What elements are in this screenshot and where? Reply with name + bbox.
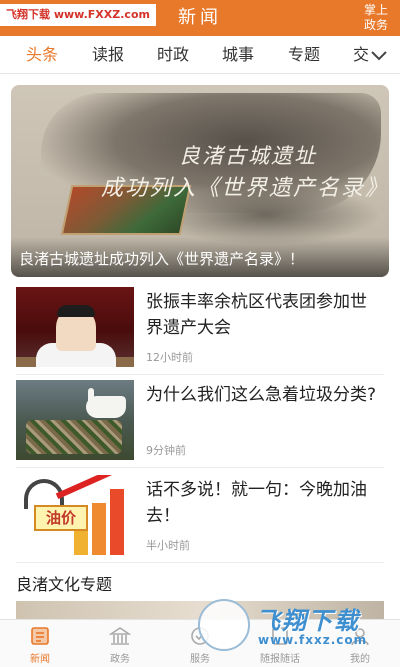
tab-topics[interactable]: 专题 xyxy=(288,36,320,74)
news-headline: 为什么我们这么急着垃圾分类? xyxy=(146,385,377,405)
government-icon xyxy=(109,627,131,645)
section-title: 良渚文化专题 xyxy=(16,575,113,594)
watermark-url: www.fxxz.com xyxy=(258,633,368,647)
hero-caption: 良渚古城遗址成功列入《世界遗产名录》！ xyxy=(11,237,389,277)
tab-city[interactable]: 城事 xyxy=(222,36,254,74)
news-thumbnail xyxy=(16,380,134,460)
list-item[interactable]: 油价 话不多说！就一句：今晚加油去！ 半小时前 xyxy=(16,475,384,563)
list-item[interactable]: 张振丰率余杭区代表团参加世界遗产大会 12小时前 xyxy=(16,287,384,375)
list-item[interactable]: 为什么我们这么急着垃圾分类? 9分钟前 xyxy=(16,380,384,468)
watermark-logo-icon xyxy=(198,599,250,651)
news-icon xyxy=(31,627,49,645)
nav-label: 新闻 xyxy=(30,654,50,665)
news-time: 半小时前 xyxy=(146,539,190,552)
hero-image-text: 良渚古城遗址 xyxy=(179,144,317,168)
news-thumbnail xyxy=(16,287,134,367)
news-time: 12小时前 xyxy=(146,351,193,364)
watermark-brand: 飞翔下载 xyxy=(256,607,360,635)
category-tabs: 头条 读报 时政 城事 专题 交 xyxy=(0,36,400,74)
hero-image-text: 成功列入《世界遗产名录》 xyxy=(101,176,389,201)
news-time: 9分钟前 xyxy=(146,444,186,457)
tab-politics[interactable]: 时政 xyxy=(157,36,189,74)
watermark-overlay: 飞翔下载 www.fxxz.com xyxy=(198,595,388,657)
news-headline: 话不多说！就一句：今晚加油去！ xyxy=(146,480,367,526)
mobile-government-link[interactable]: 掌上政务 xyxy=(360,3,392,33)
top-header: 飞翔下载 www.FXXZ.com 新闻 掌上政务 xyxy=(0,0,400,36)
news-thumbnail: 油价 xyxy=(16,475,134,555)
tab-traffic-partial[interactable]: 交 xyxy=(353,36,369,74)
nav-label: 政务 xyxy=(110,654,130,665)
hero-banner[interactable]: 良渚古城遗址 成功列入《世界遗产名录》 良渚古城遗址成功列入《世界遗产名录》！ xyxy=(11,85,389,277)
tab-newspaper[interactable]: 读报 xyxy=(92,36,124,74)
news-headline: 张振丰率余杭区代表团参加世界遗产大会 xyxy=(146,292,367,338)
nav-government[interactable]: 政务 xyxy=(80,620,160,667)
tab-headlines[interactable]: 头条 xyxy=(26,36,58,74)
nav-news[interactable]: 新闻 xyxy=(0,620,80,667)
page-title: 新闻 xyxy=(178,7,222,28)
thumbnail-label: 油价 xyxy=(34,505,88,531)
chevron-down-icon[interactable] xyxy=(370,46,388,64)
